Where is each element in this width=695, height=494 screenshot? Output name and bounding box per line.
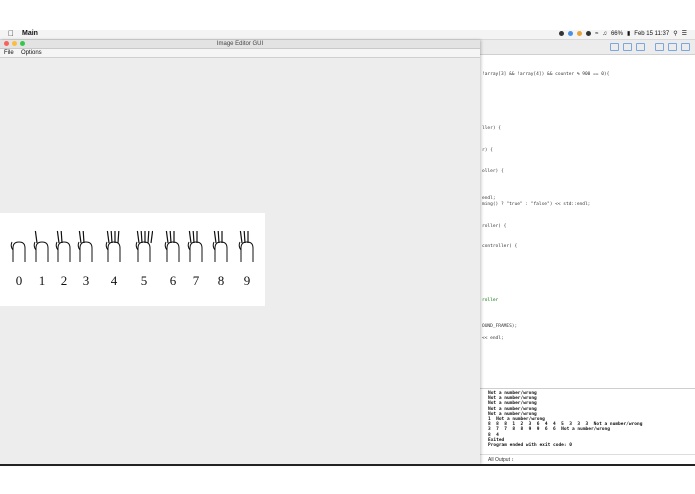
console-output: Not a number/wrong Not a number/wrong Not …: [488, 391, 642, 448]
digit-label: 6: [169, 273, 177, 288]
hand-sign-icon: [33, 230, 49, 262]
app-menu: File Options: [0, 49, 480, 58]
status-area: ≈ ♫ 66% ▮ Feb 15 11:37 ⚲ ☰: [559, 30, 687, 37]
code-line: roller: [482, 298, 499, 303]
macos-menubar:  Main ≈ ♫ 66% ▮ Feb 15 11:37 ⚲ ☰: [0, 29, 695, 40]
ide-toolbar-icon[interactable]: [623, 43, 632, 51]
image-editor-window: Image Editor GUI File Options 0123 4 5 67 8 9: [0, 40, 480, 464]
hand-sign-icon: [55, 230, 71, 262]
digit-label: 4: [110, 273, 118, 288]
code-line: r) {: [482, 148, 493, 153]
layout-bottom-icon[interactable]: [668, 43, 677, 51]
code-line: oller) {: [482, 169, 504, 174]
minimize-button[interactable]: [12, 41, 17, 46]
menu-options[interactable]: Options: [21, 49, 42, 57]
apple-icon[interactable]: : [8, 29, 14, 38]
digit-label: 0: [15, 273, 23, 288]
battery-icon[interactable]: ▮: [627, 30, 630, 37]
menu-file[interactable]: File: [4, 49, 14, 57]
ide-toolbar-icon[interactable]: [610, 43, 619, 51]
debug-console[interactable]: Not a number/wrong Not a number/wrong Not …: [480, 388, 695, 465]
menubar-datetime[interactable]: Feb 15 11:37: [634, 31, 669, 37]
digit-label: 5: [140, 273, 148, 288]
notification-center-icon[interactable]: ☰: [682, 30, 687, 37]
volume-icon[interactable]: ♫: [602, 31, 607, 37]
digit-label: 3: [82, 273, 90, 288]
menubar-app-name[interactable]: Main: [22, 30, 38, 37]
window-titlebar[interactable]: Image Editor GUI: [0, 40, 480, 49]
code-line: ller) {: [482, 126, 501, 131]
console-line: Program ended with exit code: 0: [488, 443, 572, 449]
battery-percent: 66%: [610, 30, 623, 37]
spotlight-icon[interactable]: ⚲: [673, 30, 677, 37]
code-line: endl;: [482, 196, 496, 201]
hand-sign-icon: [212, 230, 228, 262]
status-icon[interactable]: [568, 31, 574, 36]
close-button[interactable]: [4, 41, 9, 46]
digit-label: 2: [60, 273, 68, 288]
status-icon[interactable]: [577, 31, 583, 36]
code-line: roller) {: [482, 224, 507, 229]
digit-label: 9: [243, 273, 251, 288]
code-line: ming() ? "true" : "false") << std::endl;: [482, 202, 591, 207]
hand-sign-icon: [10, 241, 26, 262]
image-canvas[interactable]: 0123 4 5 67 8 9: [0, 213, 265, 306]
hand-sign-icon: [105, 230, 121, 262]
digit-label: 8: [217, 273, 225, 288]
hand-sign-icon: [187, 230, 203, 262]
code-line: << endl;: [482, 336, 504, 341]
code-line: controller) {: [482, 244, 518, 249]
layout-left-icon[interactable]: [655, 43, 664, 51]
code-editor[interactable]: !array[3] && !array[4]) && counter % 900…: [482, 56, 694, 396]
output-selector[interactable]: All Output ↕: [488, 457, 514, 463]
digit-label: 7: [192, 273, 200, 288]
dock-edge: [0, 464, 695, 466]
status-icon[interactable]: [586, 31, 592, 36]
ide-toolbar: [480, 40, 695, 55]
digit-label: 1: [38, 273, 46, 288]
window-title: Image Editor GUI: [216, 41, 264, 47]
hand-sign-icon: [164, 230, 180, 262]
hand-sign-icon: [77, 230, 93, 262]
code-line: OUND_FRAMES);: [482, 324, 518, 329]
hand-sign-icon: [238, 230, 254, 262]
layout-right-icon[interactable]: [681, 43, 690, 51]
ide-window: !array[3] && !array[4]) && counter % 900…: [479, 40, 695, 465]
hand-sign-icon: [135, 230, 153, 262]
status-icon[interactable]: [559, 31, 565, 36]
zoom-button[interactable]: [20, 41, 25, 46]
ide-toolbar-icon[interactable]: [636, 43, 645, 51]
code-line: !array[3] && !array[4]) && counter % 900…: [482, 72, 610, 77]
wifi-icon[interactable]: ≈: [595, 31, 598, 37]
